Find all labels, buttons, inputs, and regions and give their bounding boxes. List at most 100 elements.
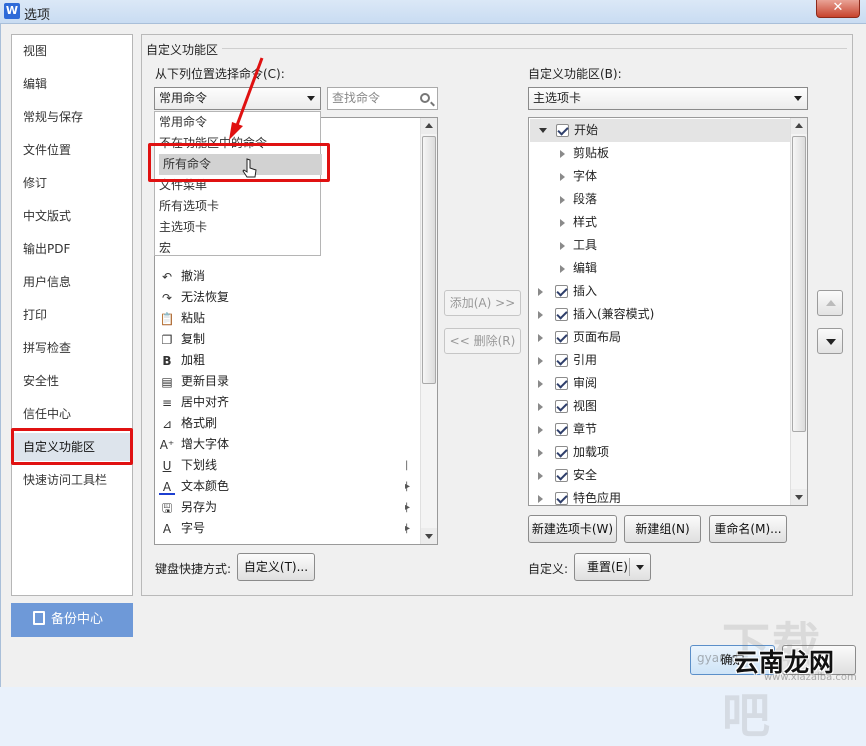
checkbox[interactable]	[555, 400, 568, 413]
tree-node-label: 视图	[573, 399, 598, 413]
collapsed-triangle-icon[interactable]	[538, 288, 543, 296]
checkbox[interactable]	[555, 285, 568, 298]
collapsed-triangle-icon[interactable]	[560, 173, 565, 181]
scroll-up-icon[interactable]	[421, 118, 437, 134]
tree-node[interactable]: 剪贴板	[529, 142, 799, 165]
collapsed-triangle-icon[interactable]	[538, 449, 543, 457]
tree-node[interactable]: 插入	[529, 280, 799, 303]
tree-node[interactable]: 字体	[529, 165, 799, 188]
tree-node[interactable]: 审阅	[529, 372, 799, 395]
collapsed-triangle-icon[interactable]	[560, 242, 565, 250]
sidebar-item[interactable]: 文件位置	[12, 136, 132, 164]
move-up-button[interactable]	[817, 290, 843, 316]
sidebar-item[interactable]: 输出PDF	[12, 235, 132, 263]
collapsed-triangle-icon[interactable]	[538, 334, 543, 342]
chevron-down-icon[interactable]	[636, 565, 644, 570]
command-item[interactable]: A⁺ 增大字体	[159, 434, 409, 455]
scroll-down-icon[interactable]	[421, 528, 437, 544]
sidebar-item[interactable]: 用户信息	[12, 268, 132, 296]
dropdown-highlight-box	[148, 143, 330, 182]
scroll-up-icon[interactable]	[791, 118, 807, 134]
command-item[interactable]: 🖫 另存为 |▸	[159, 497, 410, 534]
tree-node[interactable]: 页面布局	[529, 326, 799, 349]
sidebar-item[interactable]: 拼写检查	[12, 334, 132, 362]
tree-node[interactable]: 特色应用	[529, 487, 799, 505]
command-item[interactable]: 📋 粘贴	[159, 308, 409, 329]
dropdown-option[interactable]: 主选项卡	[155, 217, 320, 238]
ribbon-dropdown[interactable]: 主选项卡	[528, 87, 808, 110]
choose-from-dropdown[interactable]: 常用命令	[154, 87, 321, 110]
command-item[interactable]: ❐ 复制	[159, 329, 409, 350]
tree-node[interactable]: 插入(兼容模式)	[529, 303, 799, 326]
collapsed-triangle-icon[interactable]	[560, 196, 565, 204]
command-item[interactable]: A 文本颜色 |▸	[159, 476, 410, 513]
tree-node[interactable]: 引用	[529, 349, 799, 372]
tree-node[interactable]: 样式	[529, 211, 799, 234]
collapsed-triangle-icon[interactable]	[538, 426, 543, 434]
command-item[interactable]: A 字号 |▸	[159, 518, 409, 539]
collapsed-triangle-icon[interactable]	[538, 311, 543, 319]
collapsed-triangle-icon[interactable]	[538, 495, 543, 503]
dropdown-option[interactable]: 宏	[155, 238, 320, 259]
checkbox[interactable]	[555, 377, 568, 390]
expanded-triangle-icon[interactable]	[539, 128, 547, 133]
collapsed-triangle-icon[interactable]	[560, 219, 565, 227]
tree-node[interactable]: 工具	[529, 234, 799, 257]
new-tab-button[interactable]: 新建选项卡(W)	[528, 515, 617, 543]
sidebar-item[interactable]: 视图	[12, 37, 132, 65]
collapsed-triangle-icon[interactable]	[538, 403, 543, 411]
search-commands-input[interactable]: 查找命令	[327, 87, 438, 110]
checkbox[interactable]	[555, 423, 568, 436]
sidebar-item[interactable]: 常规与保存	[12, 103, 132, 131]
sidebar-item[interactable]: 中文版式	[12, 202, 132, 230]
rename-button[interactable]: 重命名(M)...	[709, 515, 787, 543]
sidebar-item[interactable]: 修订	[12, 169, 132, 197]
checkbox[interactable]	[555, 331, 568, 344]
sidebar-item[interactable]: 打印	[12, 301, 132, 329]
ribbon-tree[interactable]: 开始 剪贴板 字体 段落 样式 工具 编辑 插入 插入(兼容模式) 页面布局 引用 审阅视图章节加载项…	[528, 117, 808, 506]
dropdown-option[interactable]: 所有选项卡	[155, 196, 320, 217]
checkbox[interactable]	[556, 124, 569, 137]
backup-center-button[interactable]: 备份中心	[11, 603, 133, 637]
command-item[interactable]: ⊿ 格式刷	[159, 413, 409, 434]
tree-node[interactable]: 段落	[529, 188, 799, 211]
add-button[interactable]: 添加(A) >>	[444, 290, 521, 316]
checkbox[interactable]	[555, 492, 568, 505]
checkbox[interactable]	[555, 308, 568, 321]
close-button[interactable]: ✕	[816, 0, 860, 18]
collapsed-triangle-icon[interactable]	[538, 472, 543, 480]
sidebar-item[interactable]: 编辑	[12, 70, 132, 98]
sidebar-item[interactable]: 安全性	[12, 367, 132, 395]
tree-node[interactable]: 安全	[529, 464, 799, 487]
tree-node[interactable]: 编辑	[529, 257, 799, 280]
command-item[interactable]: ▤ 更新目录	[159, 371, 409, 392]
tree-node[interactable]: 开始	[530, 119, 790, 142]
collapsed-triangle-icon[interactable]	[560, 265, 565, 273]
remove-button[interactable]: << 删除(R)	[444, 328, 521, 354]
new-group-button[interactable]: 新建组(N)	[624, 515, 701, 543]
command-item[interactable]: ≡ 居中对齐	[159, 392, 409, 413]
tree-node[interactable]: 视图	[529, 395, 799, 418]
dropdown-option[interactable]: 常用命令	[155, 112, 320, 133]
reset-split-button[interactable]: 重置(E)	[574, 553, 651, 581]
tree-node-label: 章节	[573, 422, 598, 436]
choose-from-label: 从下列位置选择命令(C):	[155, 67, 285, 81]
command-item[interactable]: ↷ 无法恢复	[159, 287, 409, 308]
command-item[interactable]: B 加粗	[159, 350, 409, 371]
commands-scrollbar[interactable]	[420, 118, 437, 544]
checkbox[interactable]	[555, 354, 568, 367]
sidebar-item[interactable]: 信任中心	[12, 400, 132, 428]
tree-node[interactable]: 章节	[529, 418, 799, 441]
command-item[interactable]: ↶ 撤消	[159, 266, 409, 287]
move-down-button[interactable]	[817, 328, 843, 354]
collapsed-triangle-icon[interactable]	[538, 357, 543, 365]
scroll-thumb[interactable]	[422, 136, 436, 384]
collapsed-triangle-icon[interactable]	[560, 150, 565, 158]
collapsed-triangle-icon[interactable]	[538, 380, 543, 388]
tree-node[interactable]: 加载项	[529, 441, 799, 464]
sidebar-item[interactable]: 快速访问工具栏	[12, 466, 132, 494]
checkbox[interactable]	[555, 469, 568, 482]
command-item[interactable]: U 下划线 |▸	[159, 455, 410, 492]
checkbox[interactable]	[555, 446, 568, 459]
keyboard-customize-button[interactable]: 自定义(T)...	[237, 553, 315, 581]
